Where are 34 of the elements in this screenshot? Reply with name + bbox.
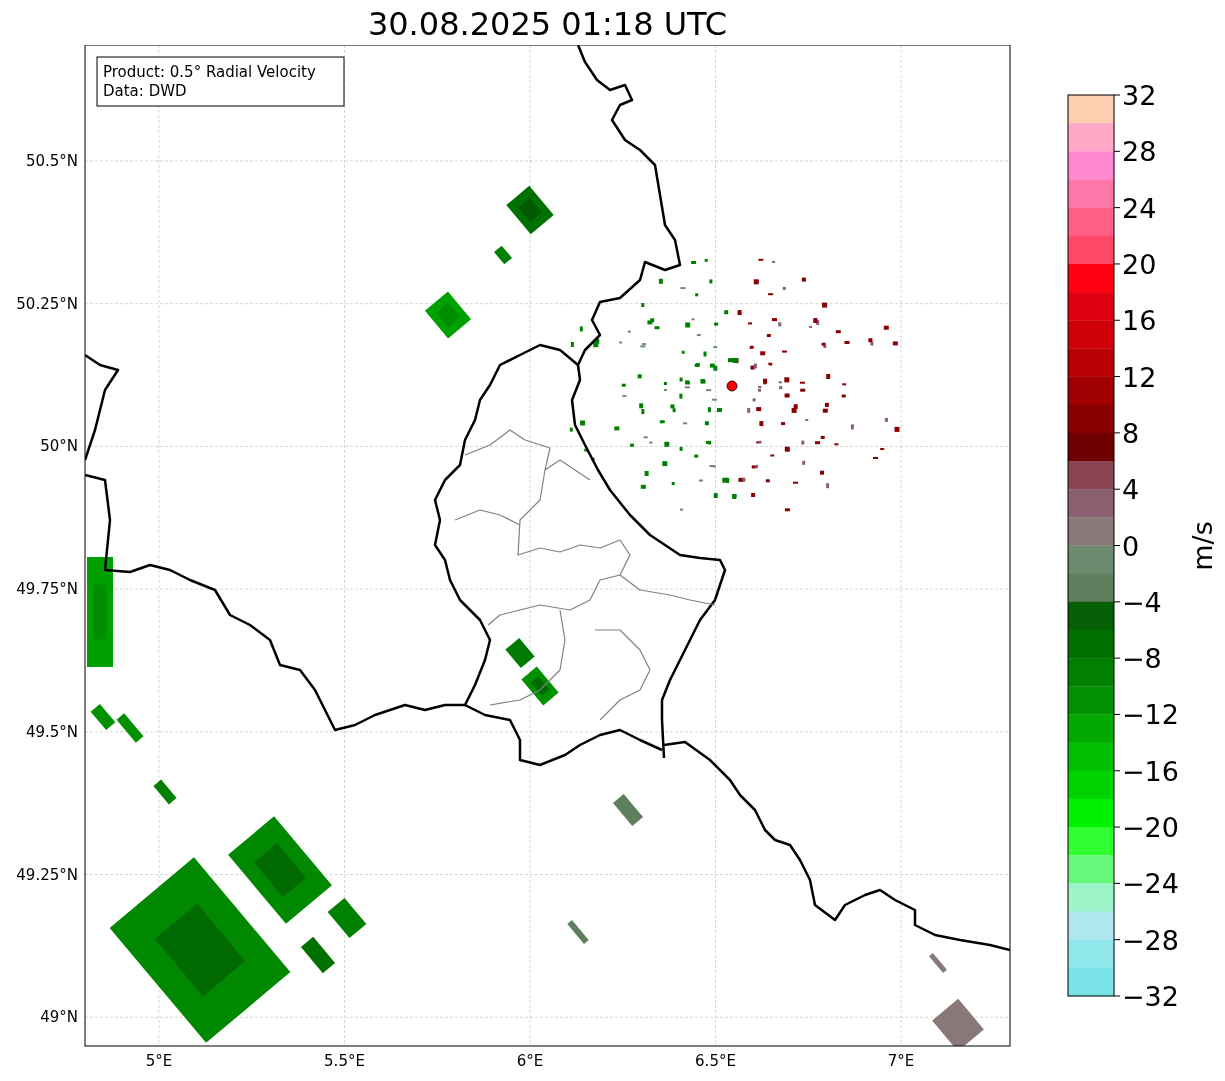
colorbar-tick-label: −32 xyxy=(1122,981,1179,1012)
colorbar-tick-label: −20 xyxy=(1122,812,1179,844)
axis-tick-label: 49.75°N xyxy=(16,580,78,599)
axis-tick-label: 49°N xyxy=(40,1008,78,1027)
radar-site-marker xyxy=(726,380,738,392)
axis-tick-label: 6°E xyxy=(516,1052,544,1070)
colorbar-tick-label: −16 xyxy=(1122,755,1179,787)
colorbar-tick-label: −24 xyxy=(1122,868,1179,900)
axis-tick-label: 50.5°N xyxy=(25,152,78,170)
colorbar-tick-label: 16 xyxy=(1122,305,1157,337)
colorbar-tick-label: −4 xyxy=(1122,586,1162,618)
colorbar-tick-label: 0 xyxy=(1122,530,1140,562)
colorbar-label: m/s xyxy=(1187,521,1218,571)
axis-tick-label: 49.25°N xyxy=(16,865,78,884)
axis-tick-label: 6.5°E xyxy=(695,1052,736,1070)
colorbar-tick-label: −28 xyxy=(1122,924,1179,956)
colorbar-tick-label: 4 xyxy=(1122,474,1140,506)
colorbar-tick-label: −12 xyxy=(1122,699,1179,731)
axis-tick-label: 50°N xyxy=(40,437,78,456)
axis-tick-label: 5°E xyxy=(145,1052,173,1070)
colorbar-tick-label: 32 xyxy=(1122,80,1157,111)
colorbar-tick-label: 8 xyxy=(1122,417,1140,449)
axis-tick-label: 7°E xyxy=(887,1052,915,1070)
axis-tick-label: 49.5°N xyxy=(25,722,78,741)
colorbar-tick-label: 20 xyxy=(1122,248,1157,280)
legend-text: Data: DWD xyxy=(103,82,187,100)
colorbar-tick-label: 12 xyxy=(1122,361,1157,393)
colorbar-tick-label: 24 xyxy=(1122,192,1157,224)
axis-tick-label: 5.5°E xyxy=(324,1052,365,1070)
chart-title: 30.08.2025 01:18 UTC xyxy=(367,4,728,45)
colorbar-tick-label: −8 xyxy=(1122,643,1162,675)
legend-text: Product: 0.5° Radial Velocity xyxy=(103,63,316,81)
axis-tick-label: 50.25°N xyxy=(16,294,78,313)
colorbar-tick-label: 28 xyxy=(1122,136,1157,168)
